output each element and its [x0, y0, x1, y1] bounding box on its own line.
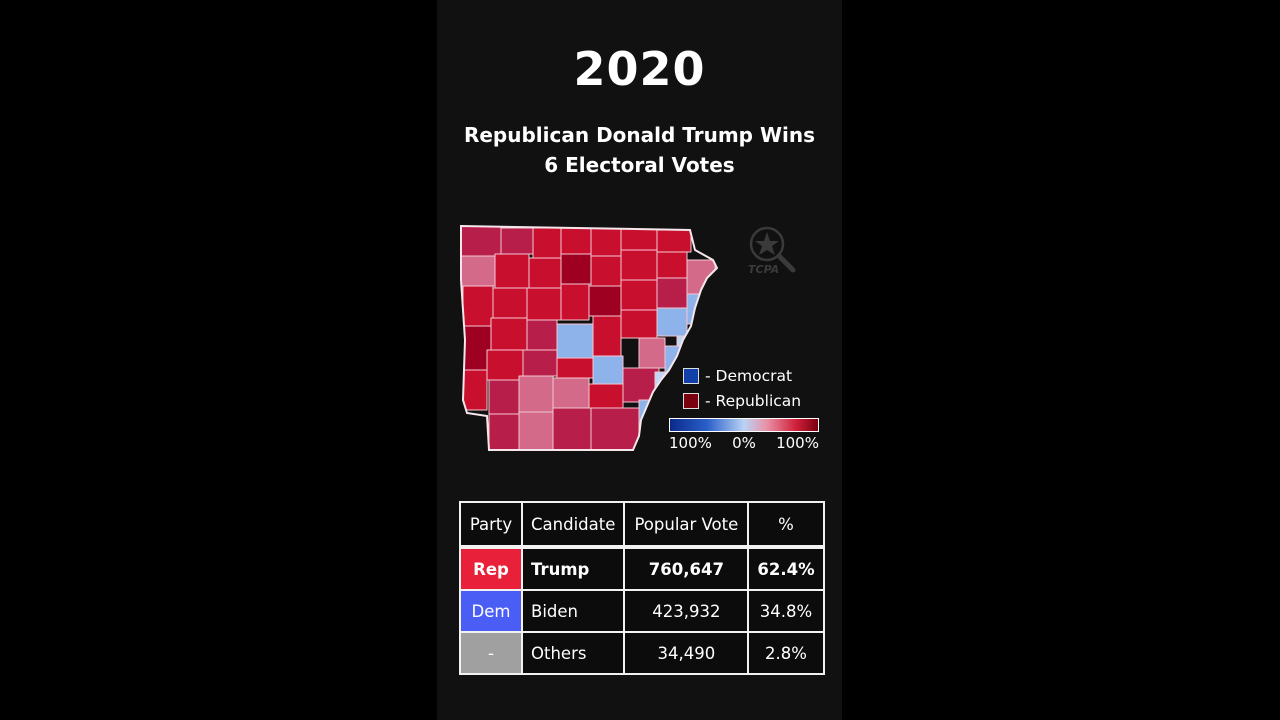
margin-color-scale: 100% 0% 100% — [669, 418, 819, 452]
popular-vote: 34,490 — [623, 631, 750, 675]
scale-label-zero: 0% — [732, 434, 756, 452]
county-47 — [518, 411, 554, 450]
scale-label-rep: 100% — [776, 434, 819, 452]
table-row-rep: Rep Trump 760,647 62.4% — [459, 546, 825, 591]
county-41 — [488, 379, 520, 415]
map-legend: - Democrat - Republican — [683, 363, 801, 413]
county-27 — [556, 323, 594, 359]
star-icon — [755, 232, 779, 255]
headline: Republican Donald Trump Wins 6 Electoral… — [437, 120, 842, 180]
county-42 — [518, 375, 554, 413]
legend-item-democrat: - Democrat — [683, 363, 801, 388]
county-37 — [556, 357, 594, 379]
county-19 — [560, 283, 590, 321]
table-row-others: - Others 34,490 2.8% — [459, 631, 825, 675]
party-badge-dem: Dem — [459, 589, 523, 633]
county-4 — [560, 227, 592, 255]
county-5 — [590, 227, 622, 257]
legend-label: - Democrat — [705, 366, 793, 385]
county-46 — [488, 413, 520, 450]
popular-vote: 423,932 — [623, 589, 750, 633]
county-3 — [532, 227, 562, 259]
county-44 — [588, 383, 624, 409]
county-22 — [656, 277, 688, 309]
county-20 — [588, 285, 622, 317]
header-party: Party — [459, 501, 523, 549]
headline-line-2: 6 Electoral Votes — [544, 153, 735, 177]
county-12 — [590, 255, 622, 287]
county-6 — [620, 227, 658, 251]
county-21 — [620, 279, 658, 311]
county-9 — [494, 253, 530, 289]
legend-label: - Republican — [705, 391, 802, 410]
county-10 — [528, 257, 562, 289]
scale-label-dem: 100% — [669, 434, 712, 452]
county-2 — [500, 227, 534, 255]
vote-percent: 62.4% — [747, 546, 825, 591]
candidate-name: Biden — [520, 589, 626, 633]
popular-vote: 760,647 — [623, 546, 750, 591]
county-35 — [486, 349, 524, 381]
tcpa-logo: TCPA — [748, 226, 796, 276]
county-38 — [592, 355, 624, 385]
county-13 — [620, 249, 658, 281]
county-26 — [526, 319, 558, 351]
candidate-name: Trump — [520, 546, 626, 591]
county-1 — [461, 226, 502, 257]
county-17 — [492, 287, 528, 319]
party-badge-other: - — [459, 631, 523, 675]
county-48 — [552, 407, 592, 450]
county-29 — [620, 309, 658, 339]
county-23 — [686, 293, 708, 325]
results-table: Party Candidate Popular Vote % Rep Trump… — [459, 501, 825, 675]
headline-line-1: Republican Donald Trump Wins — [463, 123, 816, 147]
county-45 — [638, 399, 660, 450]
header-candidate: Candidate — [520, 501, 626, 549]
vote-percent: 34.8% — [747, 589, 825, 633]
county-30 — [656, 307, 688, 337]
vote-percent: 2.8% — [747, 631, 825, 675]
legend-item-republican: - Republican — [683, 388, 801, 413]
county-32 — [638, 337, 666, 369]
table-header-row: Party Candidate Popular Vote % — [459, 501, 825, 549]
county-14 — [656, 251, 688, 279]
county-8 — [461, 255, 496, 287]
county-39 — [622, 367, 660, 403]
county-28 — [592, 315, 622, 357]
county-18 — [526, 287, 562, 321]
scale-labels: 100% 0% 100% — [669, 434, 819, 452]
county-40 — [654, 371, 680, 401]
county-7 — [656, 229, 692, 253]
header-popular-vote: Popular Vote — [623, 501, 750, 549]
party-badge-rep: Rep — [459, 546, 523, 591]
county-11 — [560, 253, 592, 285]
county-43 — [552, 377, 590, 409]
magnifier-handle — [776, 253, 796, 273]
republican-swatch — [683, 392, 699, 409]
year-title: 2020 — [573, 42, 706, 96]
logo-text: TCPA — [748, 263, 779, 276]
democrat-swatch — [683, 367, 699, 384]
county-36 — [522, 349, 558, 377]
county-34 — [462, 369, 488, 411]
table-row-dem: Dem Biden 423,932 34.8% — [459, 589, 825, 633]
county-16 — [462, 285, 494, 327]
county-49 — [590, 407, 640, 450]
color-scale-bar — [669, 418, 819, 432]
header-percent: % — [747, 501, 825, 549]
county-25 — [490, 317, 528, 351]
candidate-name: Others — [520, 631, 626, 675]
